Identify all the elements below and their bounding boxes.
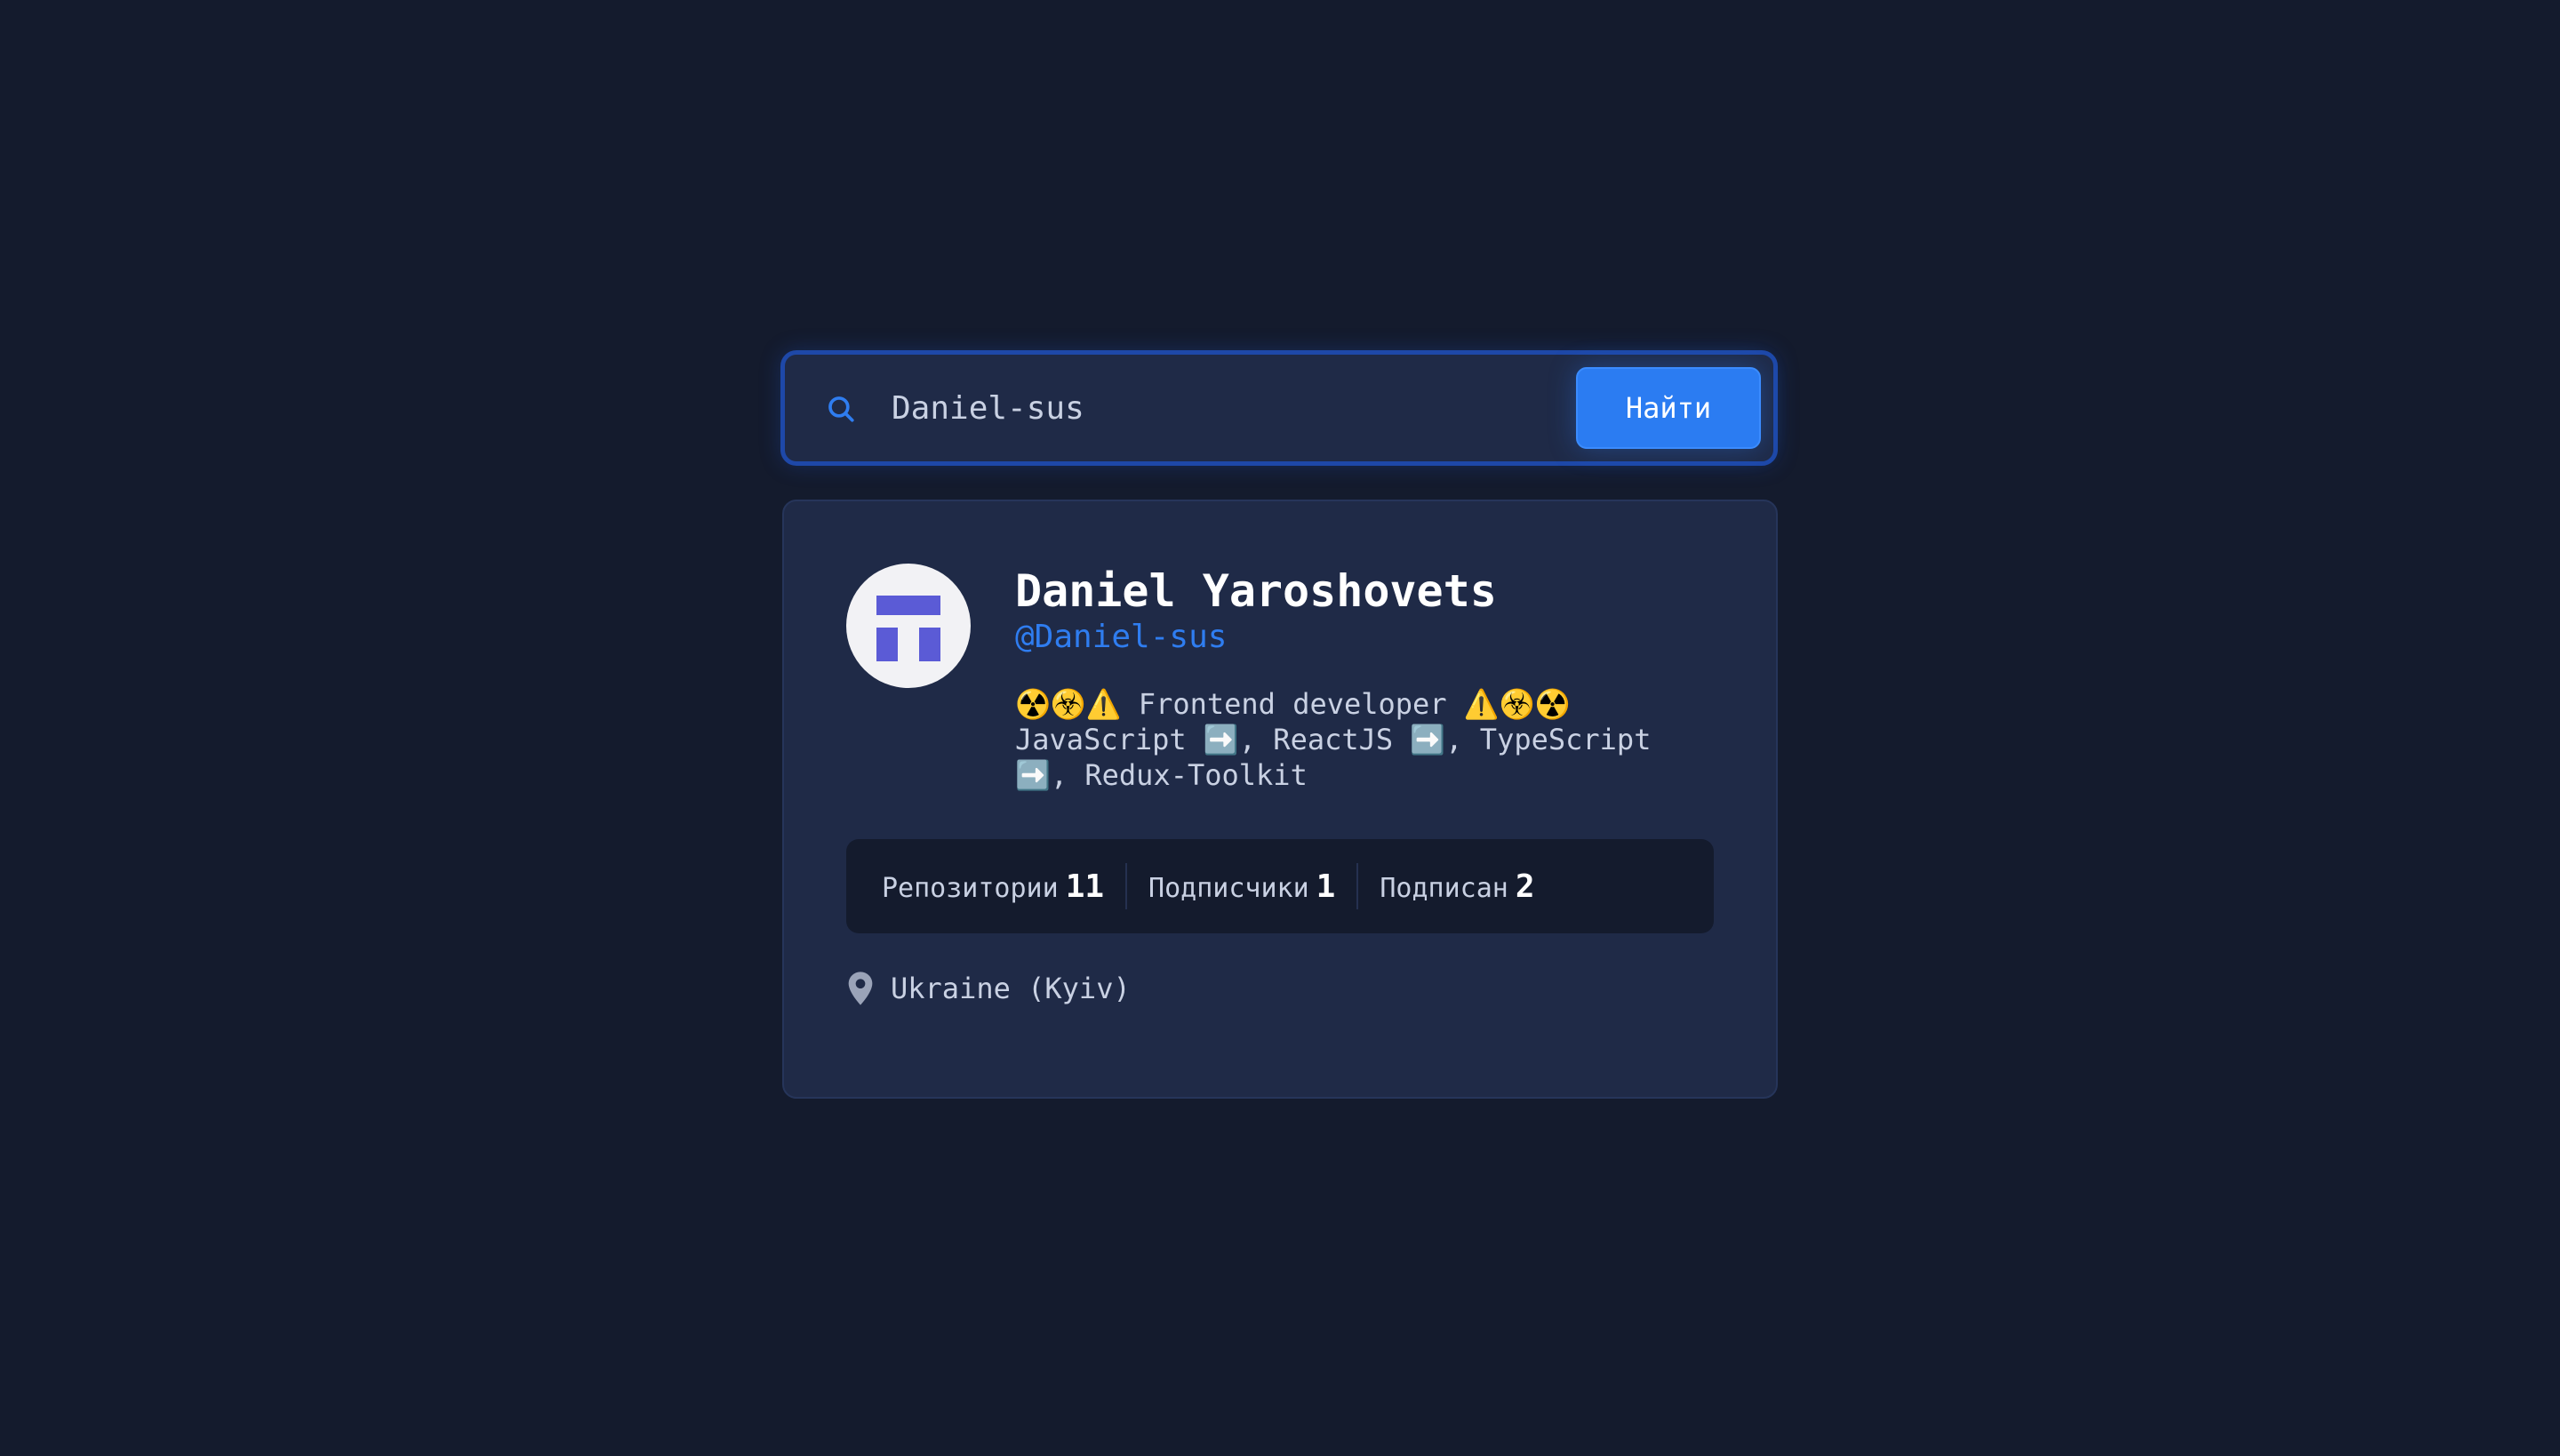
stat-following: Подписан 2 <box>1380 868 1534 905</box>
map-pin-icon <box>848 972 873 1005</box>
search-bar: Найти <box>780 350 1778 466</box>
stat-followers: Подписчики 1 <box>1148 868 1335 905</box>
stat-repositories: Репозитории 11 <box>882 868 1104 905</box>
search-input[interactable] <box>892 376 1460 440</box>
profile-login-link[interactable]: @Daniel-sus <box>1015 619 1227 655</box>
search-icon <box>828 396 854 422</box>
stats-panel: Репозитории 11 Подписчики 1 Подписан 2 <box>846 839 1714 933</box>
location: Ukraine (Kyiv) <box>846 971 1131 1006</box>
location-text: Ukraine (Kyiv) <box>891 972 1131 1005</box>
stat-label: Подписан <box>1380 872 1508 904</box>
stat-divider <box>1356 863 1359 909</box>
profile-name: Daniel Yaroshovets <box>1015 565 1497 617</box>
search-button[interactable]: Найти <box>1576 367 1761 449</box>
profile-card: Daniel Yaroshovets @Daniel-sus ☢️☣️⚠️ Fr… <box>782 500 1778 1099</box>
stat-label: Репозитории <box>882 872 1059 904</box>
stat-value: 1 <box>1316 868 1336 905</box>
profile-bio: ☢️☣️⚠️ Frontend developer ⚠️☣️☢️ JavaScr… <box>1015 687 1652 792</box>
stat-divider <box>1125 863 1128 909</box>
stat-value: 2 <box>1515 868 1535 905</box>
stat-label: Подписчики <box>1148 872 1309 904</box>
stat-value: 11 <box>1065 868 1105 905</box>
avatar[interactable] <box>846 564 971 688</box>
identicon-avatar <box>876 596 940 661</box>
